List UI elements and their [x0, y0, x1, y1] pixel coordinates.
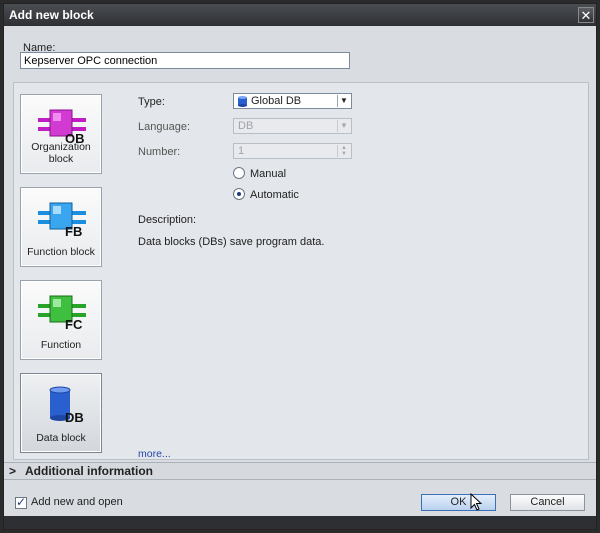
dialog-titlebar: Add new block ✕	[4, 4, 596, 26]
data-block-button[interactable]: DB Data block	[20, 373, 102, 453]
type-value: Global DB	[251, 95, 302, 107]
chevron-down-icon[interactable]: ▼	[337, 95, 350, 107]
function-label: Function	[40, 339, 82, 351]
add-new-block-dialog: Add new block ✕ Name: OB Organization bl…	[3, 3, 597, 530]
function-block-icon: FB	[38, 202, 86, 238]
add-new-and-open-checkbox[interactable]: ✓	[15, 495, 27, 509]
fb-badge: FB	[65, 224, 82, 238]
number-label: Number:	[138, 146, 181, 158]
cancel-button[interactable]: Cancel	[510, 494, 585, 511]
mouse-pointer-icon	[470, 493, 482, 511]
global-db-icon	[238, 96, 247, 107]
organization-block-button[interactable]: OB Organization block	[20, 94, 102, 174]
language-value: DB	[238, 120, 254, 132]
function-block-label: Function block	[27, 246, 95, 258]
spin-arrows-icon: ▲ ▼	[337, 145, 350, 157]
name-input[interactable]	[20, 52, 350, 69]
additional-information-expander[interactable]: > Additional information	[4, 462, 596, 480]
dialog-title: Add new block	[9, 8, 94, 22]
dialog-footer: ✓ Add new and open OK Cancel	[4, 481, 596, 518]
add-new-and-open-label: Add new and open	[31, 496, 123, 508]
function-block-button[interactable]: FB Function block	[20, 187, 102, 267]
checkmark-icon: ✓	[16, 495, 27, 509]
db-badge: DB	[65, 410, 84, 424]
automatic-radio-label: Automatic	[250, 189, 299, 201]
manual-radio[interactable]	[233, 167, 245, 179]
function-button[interactable]: FC Function	[20, 280, 102, 360]
ok-button[interactable]: OK	[421, 494, 496, 511]
language-label: Language:	[138, 121, 190, 133]
type-dropdown[interactable]: Global DB ▼	[233, 93, 352, 109]
number-value: 1	[238, 145, 245, 157]
close-icon[interactable]: ✕	[578, 7, 594, 23]
type-label: Type:	[138, 96, 165, 108]
organization-block-icon: OB	[38, 109, 86, 145]
chevron-right-icon[interactable]: >	[9, 464, 16, 478]
organization-block-label: Organization block	[31, 141, 91, 165]
number-stepper: 1 ▲ ▼	[233, 143, 352, 159]
chevron-down-icon: ▼	[337, 120, 350, 132]
block-settings-panel: OB Organization block FB Function block …	[13, 82, 589, 460]
dialog-bottom-edge	[4, 516, 596, 529]
data-block-label: Data block	[36, 432, 86, 444]
description-label: Description:	[138, 214, 197, 226]
data-block-icon: DB	[49, 386, 84, 424]
function-icon: FC	[38, 295, 86, 331]
fc-badge: FC	[65, 317, 83, 331]
language-dropdown: DB ▼	[233, 118, 352, 134]
manual-radio-label: Manual	[250, 168, 287, 180]
additional-information-label: Additional information	[25, 464, 153, 478]
more-link[interactable]: more...	[138, 448, 171, 460]
automatic-radio[interactable]	[233, 188, 245, 200]
description-text: Data blocks (DBs) save program data.	[138, 236, 325, 248]
